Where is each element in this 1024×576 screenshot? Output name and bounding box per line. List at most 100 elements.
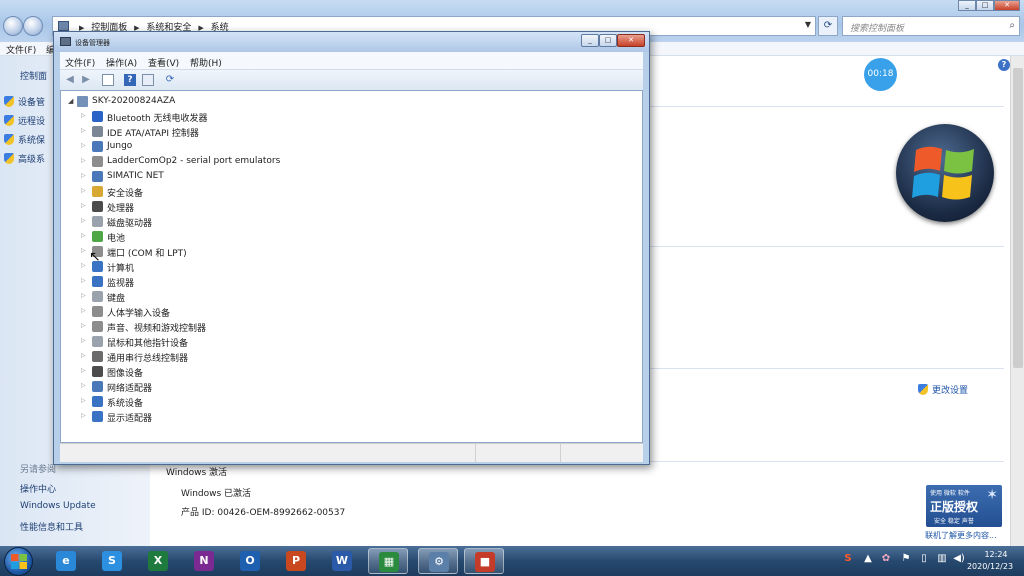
onenote-app-button[interactable]: N xyxy=(184,548,224,574)
learn-more-link[interactable]: 联机了解更多内容... xyxy=(925,530,997,541)
sogou-input-icon[interactable]: S xyxy=(842,553,854,565)
outlook-app-button[interactable]: O xyxy=(230,548,270,574)
show-hide-tree-icon[interactable] xyxy=(102,74,114,86)
ie-app-button[interactable]: e xyxy=(46,548,86,574)
show-hidden-icons-icon[interactable]: ▲ xyxy=(862,553,874,565)
expand-arrow-icon[interactable]: ▷ xyxy=(81,232,86,239)
expand-arrow-icon[interactable]: ▷ xyxy=(81,307,86,314)
control-panel-home-link[interactable]: 控制面 xyxy=(20,69,47,82)
menu-help[interactable]: 帮助(H) xyxy=(190,56,222,69)
search-input[interactable]: 搜索控制面板 ⌕ xyxy=(842,16,1020,36)
windows-logo xyxy=(896,124,994,222)
spreadsheet-app-icon: ▦ xyxy=(379,552,399,572)
clock-time[interactable]: 12:24 xyxy=(974,550,1018,559)
security-key-icon xyxy=(92,186,103,197)
minimize-button[interactable]: _ xyxy=(581,34,599,47)
sogou-app-button[interactable]: S xyxy=(92,548,132,574)
expand-arrow-icon[interactable]: ▷ xyxy=(81,187,86,194)
close-button[interactable]: ✕ xyxy=(617,34,645,47)
search-icon[interactable]: ⌕ xyxy=(1009,20,1015,31)
menu-view[interactable]: 查看(V) xyxy=(148,56,179,69)
tree-item-label: 监视器 xyxy=(107,279,135,289)
maximize-button[interactable]: □ xyxy=(976,0,994,11)
task-device-manager-link[interactable]: 设备管 xyxy=(4,95,45,108)
expand-arrow-icon[interactable]: ▷ xyxy=(81,382,86,389)
tree-item-label: 系统设备 xyxy=(107,399,144,409)
back-arrow-icon[interactable]: ◀ xyxy=(64,74,76,86)
expand-arrow-icon[interactable]: ▷ xyxy=(81,142,86,149)
status-cell xyxy=(560,444,561,462)
minimize-button[interactable]: _ xyxy=(958,0,976,11)
tree-item-label: SIMATIC NET xyxy=(107,171,164,181)
hid-icon xyxy=(92,306,103,317)
expand-arrow-icon[interactable]: ▷ xyxy=(81,247,86,254)
device-manager-titlebar[interactable]: 设备管理器 _ □ ✕ xyxy=(54,32,649,52)
tree-item-label: 声音、视频和游戏控制器 xyxy=(107,324,207,334)
expand-arrow-icon[interactable]: ▷ xyxy=(81,397,86,404)
shield-icon xyxy=(4,115,14,126)
forward-arrow-icon[interactable]: ▶ xyxy=(80,74,92,86)
expanded-arrow-icon[interactable]: ◢ xyxy=(68,97,73,105)
expand-arrow-icon[interactable]: ▷ xyxy=(81,112,86,119)
expand-arrow-icon[interactable]: ▷ xyxy=(81,352,86,359)
excel-app-button[interactable]: X xyxy=(138,548,178,574)
expand-arrow-icon[interactable]: ▷ xyxy=(81,367,86,374)
system-scrollbar[interactable] xyxy=(1010,56,1024,546)
back-button[interactable] xyxy=(3,16,23,36)
expand-arrow-icon[interactable]: ▷ xyxy=(81,262,86,269)
expand-arrow-icon[interactable]: ▷ xyxy=(81,322,86,329)
expand-arrow-icon[interactable]: ▷ xyxy=(81,127,86,134)
change-settings-link[interactable]: 更改设置 xyxy=(918,383,968,396)
flower-app-icon[interactable]: ✿ xyxy=(880,553,892,565)
toolbox-app-button[interactable]: ■ xyxy=(464,548,504,574)
clock-date[interactable]: 2020/12/23 xyxy=(960,562,1020,571)
scan-hardware-icon[interactable]: ⟳ xyxy=(164,74,176,86)
display-adapter-icon xyxy=(92,411,103,422)
action-flag-icon[interactable]: ⚑ xyxy=(900,553,912,565)
menu-action[interactable]: 操作(A) xyxy=(106,56,137,69)
task-system-protection-link[interactable]: 系统保 xyxy=(4,133,45,146)
start-button[interactable] xyxy=(4,547,33,576)
performance-tools-link[interactable]: 性能信息和工具 xyxy=(20,520,83,533)
shield-icon xyxy=(4,153,14,164)
expand-arrow-icon[interactable]: ▷ xyxy=(81,337,86,344)
chevron-down-icon[interactable]: ▼ xyxy=(805,20,811,29)
tree-item-label: 网络适配器 xyxy=(107,384,153,394)
spreadsheet-app-button[interactable]: ▦ xyxy=(368,548,408,574)
expand-arrow-icon[interactable]: ▷ xyxy=(81,292,86,299)
close-button[interactable]: ✕ xyxy=(994,0,1020,11)
help-icon[interactable]: ? xyxy=(124,74,136,86)
device-manager-app-button[interactable]: ⚙ xyxy=(418,548,458,574)
windows-update-link[interactable]: Windows Update xyxy=(20,501,96,511)
scrollbar-thumb[interactable] xyxy=(1013,68,1023,368)
device-manager-menubar: 文件(F) 操作(A) 查看(V) 帮助(H) xyxy=(60,52,643,69)
expand-arrow-icon[interactable]: ▷ xyxy=(81,277,86,284)
powerpoint-app-icon: P xyxy=(286,551,306,571)
expand-arrow-icon[interactable]: ▷ xyxy=(81,172,86,179)
battery-icon[interactable]: ▯ xyxy=(918,553,930,565)
expand-arrow-icon[interactable]: ▷ xyxy=(81,157,86,164)
help-icon[interactable]: ? xyxy=(998,59,1010,71)
task-advanced-settings-link[interactable]: 高级系 xyxy=(4,152,45,165)
excel-app-icon: X xyxy=(148,551,168,571)
refresh-button[interactable]: ⟳ xyxy=(818,16,838,36)
forward-button[interactable] xyxy=(23,16,43,36)
action-center-link[interactable]: 操作中心 xyxy=(20,482,56,495)
word-app-icon: W xyxy=(332,551,352,571)
expand-arrow-icon[interactable]: ▷ xyxy=(81,217,86,224)
jungo-icon xyxy=(92,141,103,152)
menu-file[interactable]: 文件(F) xyxy=(65,56,95,69)
genuine-microsoft-badge[interactable]: 使用 微软 软件 正版授权 安全 稳定 声誉 ✶ xyxy=(926,485,1002,527)
network-icon[interactable]: ▥ xyxy=(936,553,948,565)
tree-item-label: IDE ATA/ATAPI 控制器 xyxy=(107,129,199,139)
menu-file[interactable]: 文件(F) xyxy=(6,43,36,56)
properties-icon[interactable] xyxy=(142,74,154,86)
word-app-button[interactable]: W xyxy=(322,548,362,574)
expand-arrow-icon[interactable]: ▷ xyxy=(81,412,86,419)
maximize-button[interactable]: □ xyxy=(599,34,617,47)
tree-item-label: 端口 (COM 和 LPT) xyxy=(107,249,187,259)
device-tree[interactable]: ◢ SKY-20200824AZA ▷ Bluetooth 无线电收发器 ▷ IDE … xyxy=(60,90,643,443)
powerpoint-app-button[interactable]: P xyxy=(276,548,316,574)
task-remote-settings-link[interactable]: 远程设 xyxy=(4,114,45,127)
expand-arrow-icon[interactable]: ▷ xyxy=(81,202,86,209)
